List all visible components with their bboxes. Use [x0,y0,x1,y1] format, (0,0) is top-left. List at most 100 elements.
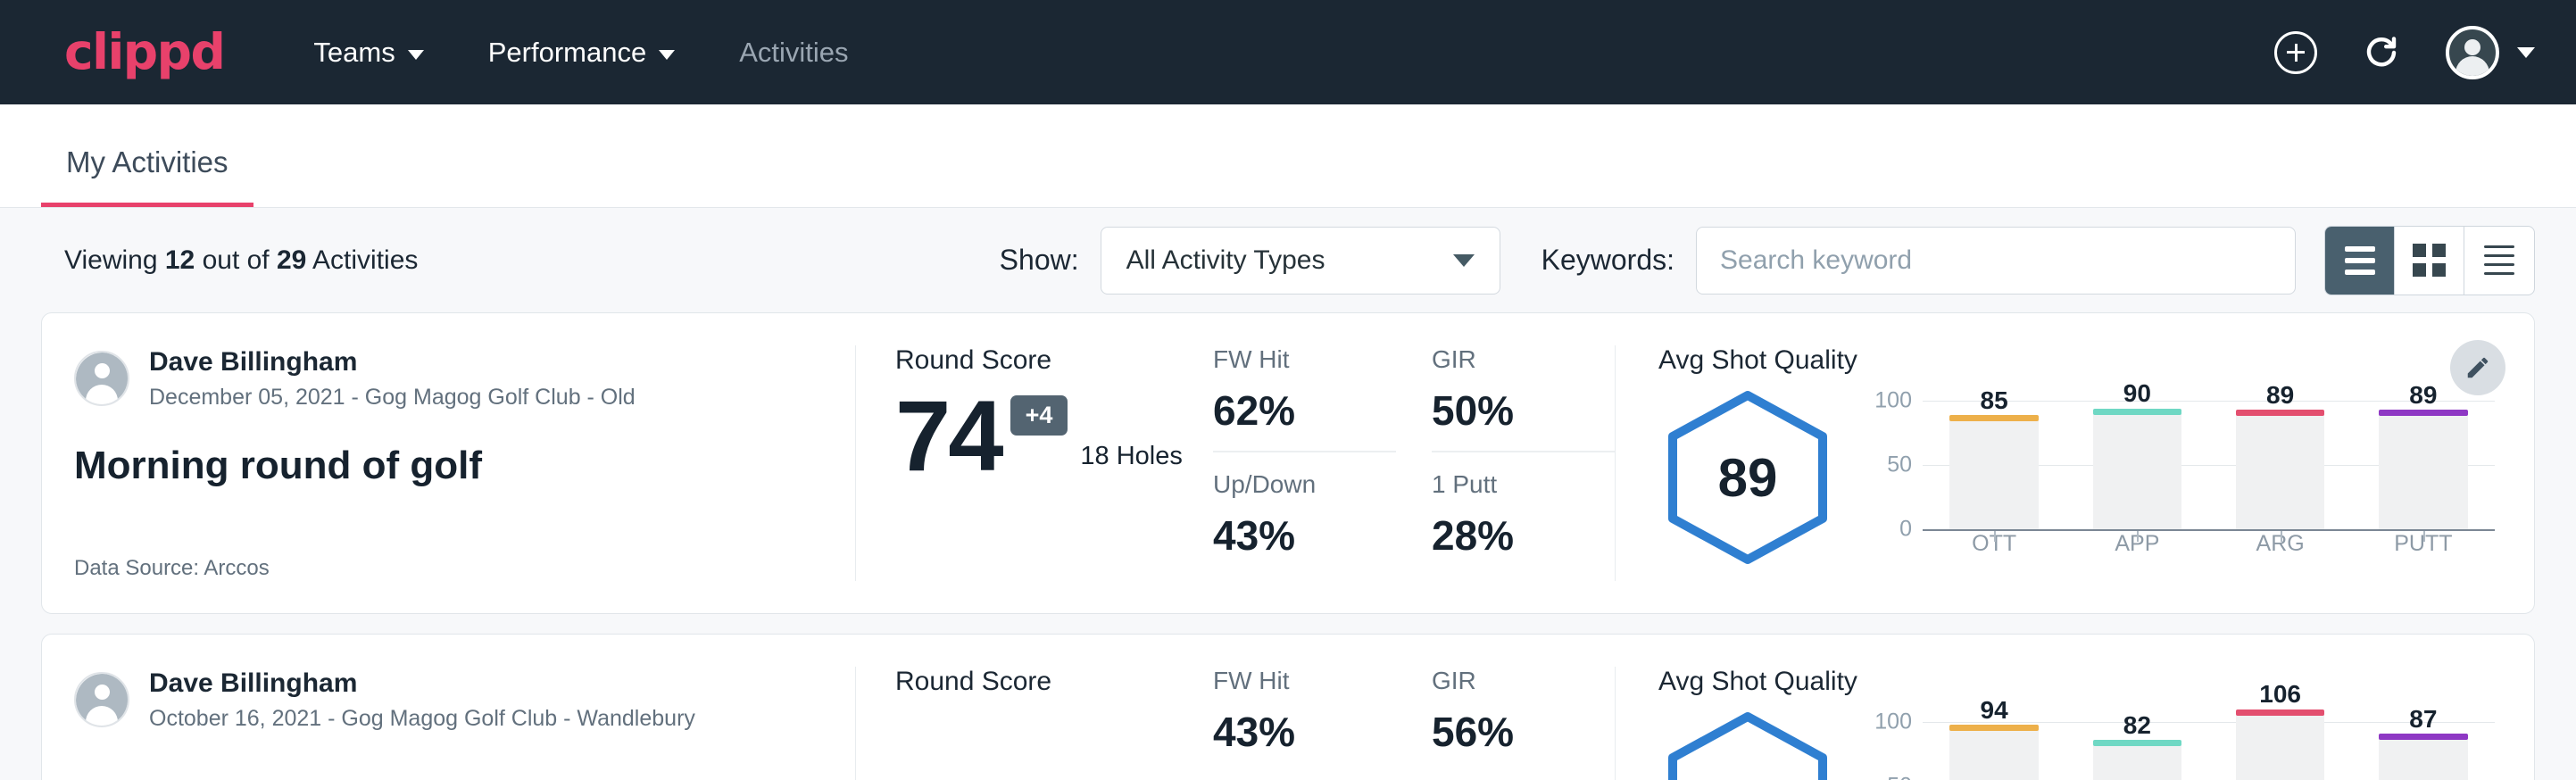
round-score-block: Round Score 74 +4 18 Holes [856,345,1213,581]
edit-activity-button[interactable] [2450,340,2505,395]
nav-item-teams-label: Teams [313,37,395,69]
refresh-icon[interactable] [2360,31,2403,74]
clippd-logo[interactable]: clippd [64,28,224,77]
compact-view-button[interactable] [2464,227,2534,295]
viewing-suffix: Activities [306,245,418,275]
chart-bar-cap [1949,725,2038,731]
avatar [74,351,129,406]
list-line [2345,258,2375,263]
search-input[interactable] [1720,245,2272,276]
stat-fw-hit-value: 43% [1213,708,1396,756]
avg-shot-quality-block: Avg Shot Quality 89 05010085908989OTTAPP… [1615,345,2534,581]
compact-line [2484,254,2514,257]
activity-card[interactable]: Dave Billingham December 05, 2021 - Gog … [41,312,2535,614]
chart-bar-column: 82 [2065,709,2208,780]
tab-my-activities[interactable]: My Activities [41,145,253,207]
holes-label: 18 Holes [1080,442,1182,471]
chart-plot-area: 948210687 [1923,709,2495,780]
round-score-block: Round Score [856,667,1213,780]
stat-one-putt-value: 28% [1432,511,1615,560]
nav-item-performance[interactable]: Performance [488,37,675,69]
activity-card[interactable]: Dave Billingham October 16, 2021 - Gog M… [41,634,2535,780]
activity-meta: October 16, 2021 - Gog Magog Golf Club -… [149,704,695,734]
chart-bar-cap [2379,410,2467,416]
chevron-down-icon [2517,47,2535,58]
primary-nav: Teams Performance Activities [313,37,2274,69]
chart-y-tick: 0 [1899,517,1912,543]
shot-quality-hexagon [1658,709,1837,780]
stat-gir-value: 50% [1432,386,1615,435]
avatar-head [2464,39,2480,55]
chart-bar-column: 89 [2209,388,2352,529]
keywords-label: Keywords: [1541,244,1674,277]
viewing-mid: out of [195,245,277,275]
chart-bar [2093,414,2181,529]
chart-bar [2236,715,2324,780]
chart-bar-value-label: 106 [2259,680,2301,709]
filter-bar: Viewing 12 out of 29 Activities Show: Al… [0,208,2576,312]
list-view-button[interactable] [2325,227,2395,295]
tab-my-activities-label: My Activities [66,145,229,178]
nav-item-activities[interactable]: Activities [739,37,848,69]
add-circle-icon[interactable] [2274,31,2317,74]
chart-x-tick-label: OTT [1923,531,2065,558]
avg-shot-quality-block: Avg Shot Quality 050100948210687OTTAPPAR… [1615,667,2534,780]
viewing-count-text: Viewing 12 out of 29 Activities [64,245,418,276]
avatar-head [95,363,110,378]
chart-y-tick: 50 [1887,774,1912,780]
activity-list: Dave Billingham December 05, 2021 - Gog … [0,312,2576,780]
chart-y-tick: 100 [1874,388,1912,414]
stat-one-putt-label: 1 Putt [1432,470,1615,499]
activity-user-text: Dave Billingham October 16, 2021 - Gog M… [149,667,695,733]
chart-bar-value-label: 87 [2409,705,2437,734]
chart-bar-cap [2236,410,2324,416]
chart-x-tick-label: PUTT [2352,531,2495,558]
activity-user-row: Dave Billingham December 05, 2021 - Gog … [74,345,816,411]
avg-shot-quality-value: 89 [1658,388,1837,567]
stat-gir-label: GIR [1432,345,1615,374]
grid-cell [2413,244,2426,257]
shot-quality-hexagon: 89 [1658,388,1837,567]
chart-y-axis: 050100 [1873,388,1921,529]
chart-x-tick-label: ARG [2209,531,2352,558]
chart-bar-column: 85 [1923,388,2065,529]
grid-cell [2432,244,2446,257]
stat-gir: GIR 50% [1432,345,1615,452]
chart-bar [2379,415,2467,529]
activity-type-select[interactable]: All Activity Types [1101,227,1500,295]
account-menu[interactable] [2446,26,2535,79]
list-line [2345,270,2375,275]
chart-bars: 948210687 [1923,709,2495,780]
chart-bar-cap [2236,709,2324,716]
avg-shot-quality-label: Avg Shot Quality [1658,345,2495,376]
chart-y-tick: 100 [1874,709,1912,735]
tab-strip: My Activities [0,104,2576,208]
chart-bar-cap [2093,409,2181,415]
stat-gir-label: GIR [1432,667,1615,695]
stat-up-down-label: Up/Down [1213,470,1396,499]
plus-vertical [2295,44,2298,62]
chart-bar-value-label: 82 [2123,711,2151,740]
top-nav-actions [2274,26,2535,79]
search-keyword-box[interactable] [1696,227,2296,295]
activity-summary: Dave Billingham December 05, 2021 - Gog … [42,345,856,581]
avatar [2446,26,2499,79]
chart-bar-column: 87 [2352,709,2495,780]
stat-gir-value: 56% [1432,708,1615,756]
nav-item-teams[interactable]: Teams [313,37,423,69]
avatar [74,672,129,727]
chart-bar-cap [1949,415,2038,421]
grid-view-button[interactable] [2395,227,2464,295]
viewing-total: 29 [277,245,306,275]
score-to-par-badge: +4 [1010,395,1068,436]
chart-plot-area: 85908989 [1923,388,2495,529]
stat-fw-hit: FW Hit 62% [1213,345,1396,452]
chart-bar [1949,730,2038,780]
stat-fw-hit-label: FW Hit [1213,345,1396,374]
stat-one-putt: 1 Putt 28% [1432,470,1615,576]
chart-x-labels: OTTAPPARGPUTT [1923,531,2495,558]
stat-fw-hit: FW Hit 43% [1213,667,1396,772]
pencil-icon [2464,354,2491,381]
stats-grid: FW Hit 62% GIR 50% Up/Down 43% 1 Putt 28… [1213,345,1615,576]
avatar-head [95,685,110,700]
